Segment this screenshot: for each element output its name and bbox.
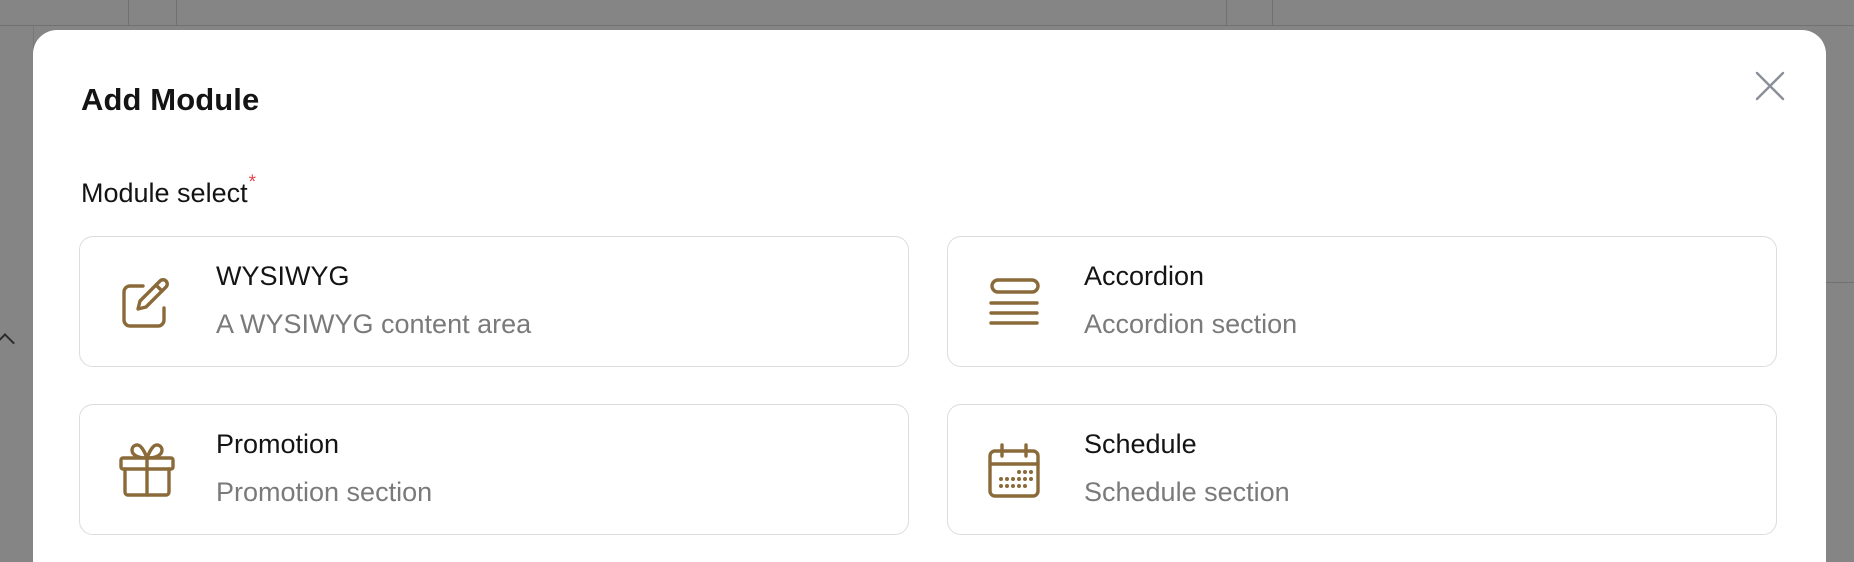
add-module-dialog: Add Module Module select* WYSIWYG A WYSI… — [33, 30, 1826, 562]
close-button[interactable] — [1750, 66, 1790, 106]
accordion-lines-icon — [984, 272, 1044, 332]
module-title: Promotion — [216, 429, 340, 459]
module-select-label-text: Module select — [81, 178, 248, 208]
module-description: Promotion section — [216, 477, 433, 507]
module-title: Accordion — [1084, 261, 1205, 291]
module-title: Schedule — [1084, 429, 1197, 459]
close-icon — [1755, 71, 1785, 101]
module-description: Accordion section — [1084, 309, 1298, 339]
dialog-title: Add Module — [81, 82, 260, 117]
edit-pencil-icon — [116, 272, 176, 332]
calendar-icon — [984, 440, 1044, 500]
module-title: WYSIWYG — [216, 261, 350, 291]
module-option-schedule[interactable]: Schedule Schedule section — [947, 404, 1777, 535]
required-asterisk: * — [248, 172, 256, 193]
module-select-label: Module select* — [81, 172, 256, 209]
module-description: A WYSIWYG content area — [216, 309, 532, 339]
gift-icon — [116, 440, 176, 500]
module-option-accordion[interactable]: Accordion Accordion section — [947, 236, 1777, 367]
module-option-wysiwyg[interactable]: WYSIWYG A WYSIWYG content area — [79, 236, 909, 367]
module-description: Schedule section — [1084, 477, 1290, 507]
module-option-promotion[interactable]: Promotion Promotion section — [79, 404, 909, 535]
